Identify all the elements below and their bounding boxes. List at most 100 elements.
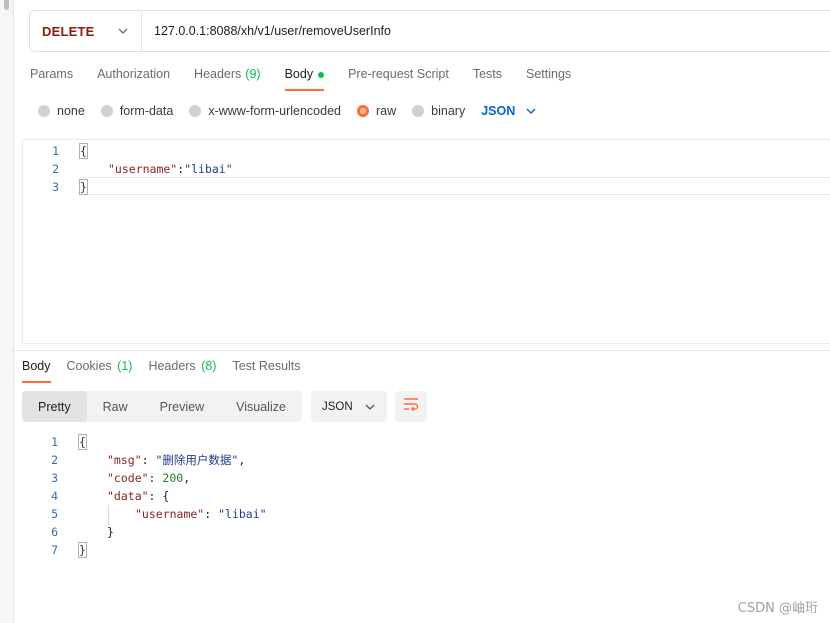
line-number: 3 — [52, 180, 59, 194]
url-input[interactable]: 127.0.0.1:8088/xh/v1/user/removeUserInfo — [142, 11, 830, 51]
radio-binary-label: binary — [431, 104, 466, 118]
line-number: 3 — [51, 471, 58, 485]
tab-params[interactable]: Params — [30, 62, 73, 91]
tab-headers[interactable]: Headers (9) — [194, 62, 261, 91]
radio-form-data[interactable]: form-data — [100, 104, 174, 118]
code-line: 7 } — [22, 541, 830, 559]
tab-prerequest-script[interactable]: Pre-request Script — [348, 62, 449, 91]
line-number: 6 — [51, 525, 58, 539]
tab-settings-label: Settings — [526, 67, 572, 81]
method-label: DELETE — [42, 23, 95, 39]
json-key: "msg" — [107, 453, 142, 467]
radio-urlencoded[interactable]: x-www-form-urlencoded — [189, 104, 341, 118]
resp-tab-cookies-label: Cookies — [66, 359, 112, 373]
radio-raw[interactable]: raw — [357, 104, 396, 118]
view-raw-button[interactable]: Raw — [87, 391, 144, 422]
response-format-dropdown[interactable]: JSON — [311, 391, 387, 422]
tab-params-label: Params — [30, 67, 74, 81]
resp-tab-cookies[interactable]: Cookies (1) — [67, 356, 133, 383]
resp-tab-body-label: Body — [22, 359, 51, 373]
scrollbar-thumb[interactable] — [4, 0, 9, 10]
resp-tab-body[interactable]: Body — [22, 356, 51, 383]
code-line: 3 "code": 200, — [22, 469, 830, 487]
json-key: "username" — [135, 507, 205, 521]
line-number: 1 — [51, 435, 58, 449]
code-text: "msg": "删除用户数据", — [107, 453, 246, 467]
json-key: "username" — [108, 162, 178, 176]
wrap-lines-icon — [403, 397, 419, 416]
json-value: "libai" — [184, 162, 233, 176]
response-body-viewer[interactable]: 1 { 2 "msg": "删除用户数据", 3 "code": 200, 4 … — [22, 432, 830, 572]
response-format-label: JSON — [322, 400, 353, 413]
json-value: 200 — [162, 471, 184, 485]
radio-none-label: none — [57, 104, 85, 118]
radio-circle — [100, 105, 113, 117]
resp-tab-test-results-label: Test Results — [232, 359, 301, 373]
request-url-bar: DELETE 127.0.0.1:8088/xh/v1/user/removeU… — [29, 10, 830, 52]
tab-tests[interactable]: Tests — [473, 62, 502, 91]
cookies-count: (1) — [117, 359, 133, 373]
line-number: 2 — [52, 162, 59, 176]
code-line: 3 } — [23, 178, 830, 196]
code-text: { — [78, 434, 87, 450]
radio-circle — [189, 105, 202, 117]
code-text: "username":"libai" — [108, 162, 233, 176]
headers-count: (9) — [245, 67, 261, 81]
radio-none[interactable]: none — [38, 104, 85, 118]
radio-circle — [38, 105, 50, 117]
code-line: 1 { — [23, 142, 830, 160]
view-preview-button[interactable]: Preview — [144, 391, 220, 422]
body-format-dropdown[interactable]: JSON — [481, 104, 549, 118]
resp-tab-headers[interactable]: Headers (8) — [148, 356, 216, 383]
tab-body[interactable]: Body — [284, 62, 325, 91]
body-format-label: JSON — [481, 104, 516, 118]
json-key: "code" — [107, 471, 149, 485]
body-indicator-dot — [318, 72, 325, 78]
resp-tab-test-results[interactable]: Test Results — [232, 356, 300, 383]
chevron-down-icon — [519, 108, 543, 114]
wrap-lines-button[interactable] — [395, 391, 427, 422]
tab-authorization[interactable]: Authorization — [97, 62, 170, 91]
watermark: CSDN @岫珩 — [737, 601, 818, 616]
code-text: } — [107, 525, 114, 539]
code-text: "username": "libai" — [135, 507, 267, 521]
request-body-editor[interactable]: 1 { 2 "username":"libai" 3 } — [22, 139, 830, 344]
response-view-toggle: Pretty Raw Preview Visualize — [22, 391, 302, 422]
response-tabs: Body Cookies (1) Headers (8) Test Result… — [22, 356, 317, 384]
line-number: 4 — [51, 489, 58, 503]
view-visualize-button[interactable]: Visualize — [220, 391, 302, 422]
line-number: 2 — [51, 453, 58, 467]
pane-divider[interactable] — [14, 350, 830, 351]
tab-headers-label: Headers — [194, 67, 242, 81]
line-number: 7 — [51, 543, 58, 557]
tab-tests-label: Tests — [472, 67, 502, 81]
radio-circle — [412, 105, 425, 117]
resp-tab-headers-label: Headers — [148, 359, 196, 373]
tab-body-label: Body — [284, 67, 314, 81]
resp-headers-count: (8) — [201, 359, 217, 373]
code-text: { — [79, 143, 88, 159]
radio-raw-label: raw — [376, 104, 397, 118]
tab-settings[interactable]: Settings — [526, 62, 571, 91]
code-line: 2 "username":"libai" — [23, 160, 830, 178]
left-gutter — [0, 0, 14, 623]
radio-binary[interactable]: binary — [412, 104, 465, 118]
method-dropdown[interactable]: DELETE — [30, 11, 142, 51]
chevron-down-icon — [359, 404, 381, 410]
json-value: "libai" — [218, 507, 267, 521]
code-text: "data": { — [107, 489, 170, 503]
radio-form-data-label: form-data — [119, 104, 174, 118]
radio-urlencoded-label: x-www-form-urlencoded — [208, 104, 341, 118]
line-number: 5 — [51, 507, 58, 521]
view-pretty-button[interactable]: Pretty — [22, 391, 87, 422]
code-line: 4 "data": { — [22, 487, 830, 505]
indent-guide — [108, 505, 109, 525]
code-line: 1 { — [22, 433, 830, 451]
code-line: 2 "msg": "删除用户数据", — [22, 451, 830, 469]
code-line: 5 "username": "libai" — [22, 505, 830, 523]
code-text: } — [78, 542, 87, 558]
body-type-radios: none form-data x-www-form-urlencoded raw… — [38, 101, 549, 121]
chevron-down-icon — [111, 28, 135, 34]
code-text: } — [79, 179, 88, 195]
json-key: "data" — [107, 489, 149, 503]
